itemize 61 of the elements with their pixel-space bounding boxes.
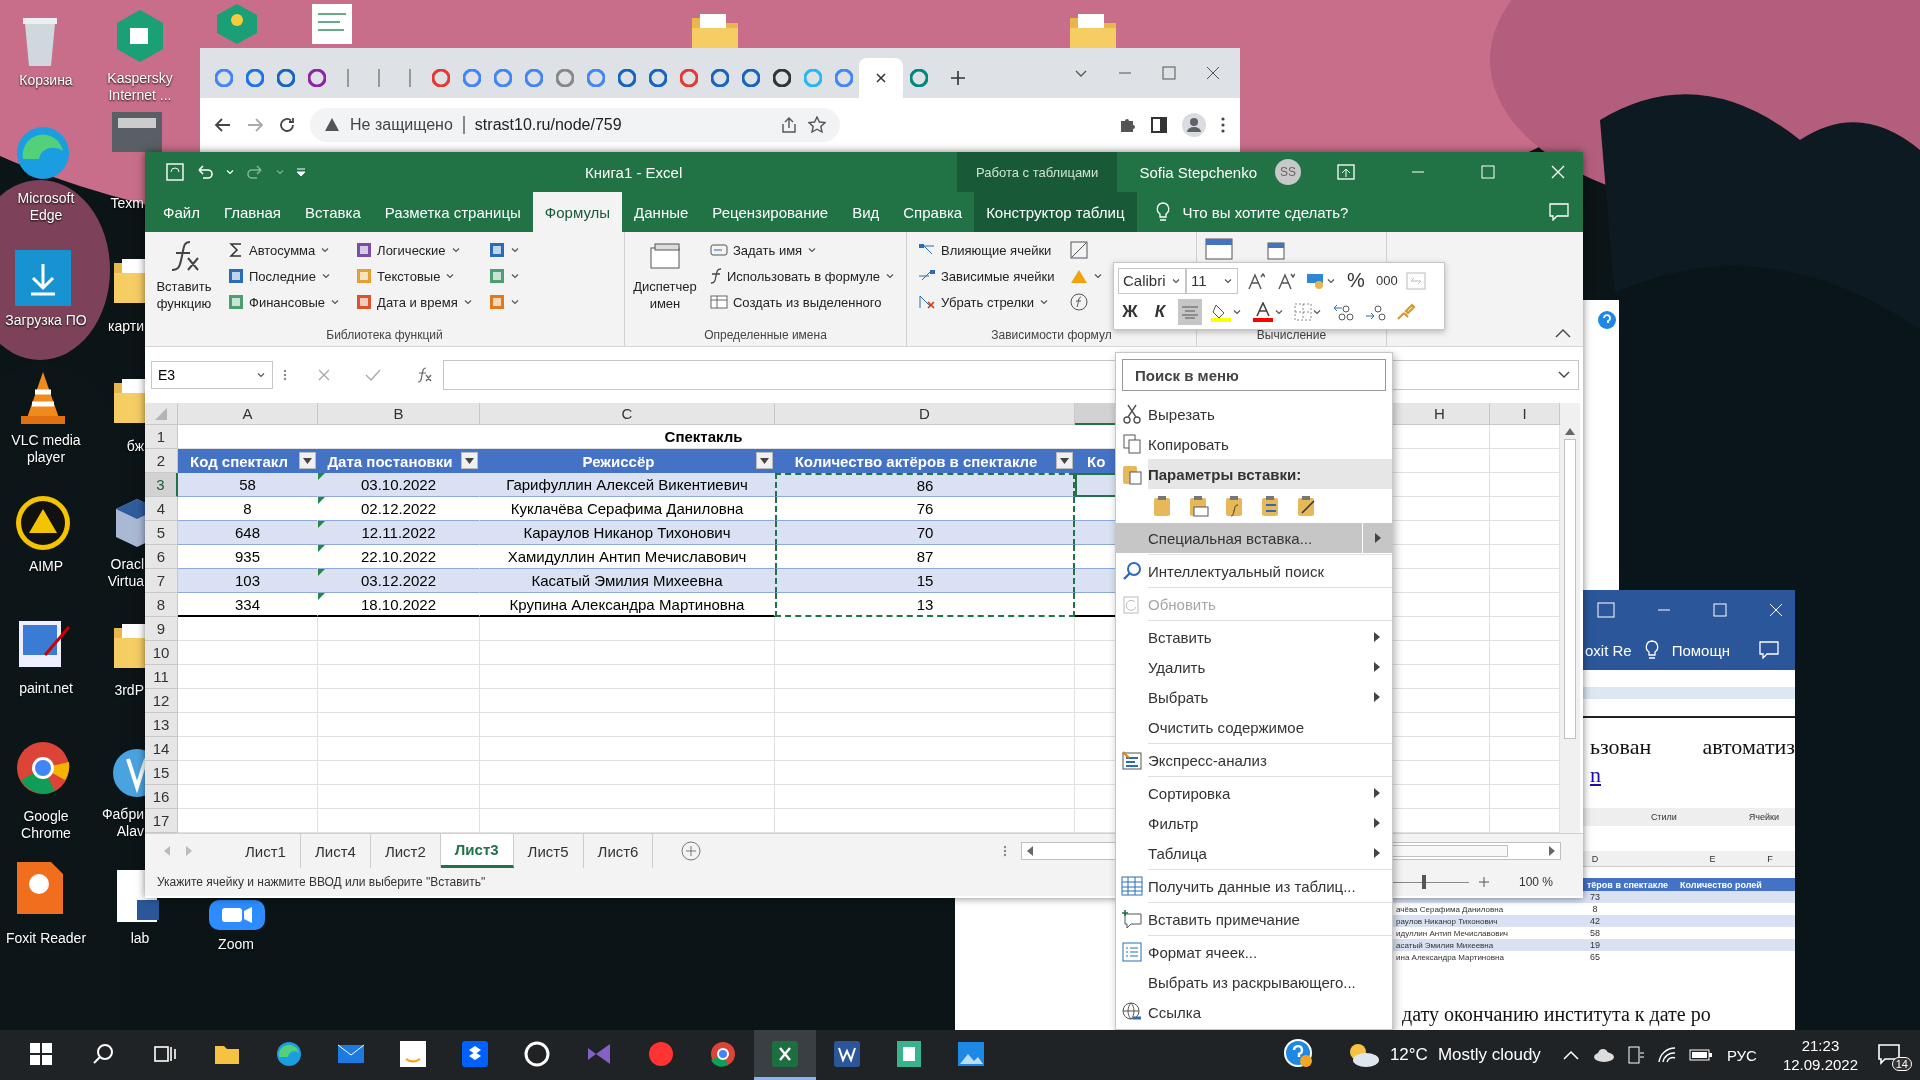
document-text: дату окончанию института к дате ро (1402, 1003, 1711, 1026)
table-cell-text: 19 (1589, 940, 1601, 950)
header-label: Дата постановки (327, 452, 453, 470)
header-label: Режиссёр (582, 452, 655, 470)
table-cell: 70 (775, 521, 1075, 545)
font-size: 11 (1191, 272, 1207, 289)
table-cell: 22.10.2022 (318, 545, 480, 569)
table-cell: 13 (775, 593, 1075, 617)
font-name: Calibri (1123, 272, 1166, 289)
table-cell: 648 (178, 521, 318, 545)
table-cell-text: 8 (1591, 904, 1599, 914)
table-cell: 15 (775, 569, 1075, 593)
status-text: Укажите ячейку и нажмите ВВОД или выберите "Вставить" (157, 875, 486, 889)
table-cell-text: ина Александра Мартиновна (1395, 952, 1505, 962)
menu-section-header: Параметры вставки: (1148, 459, 1392, 489)
security-label: Не защищено (350, 116, 453, 134)
table-cell: Гарифуллин Алексей Викентиевич (480, 473, 775, 497)
table-header-cell-text: тёров в спектакле (1585, 879, 1669, 890)
notification-count: 14 (1891, 1057, 1912, 1071)
table-cell-text: 73 (1589, 892, 1601, 902)
table-cell: 58 (178, 473, 318, 497)
table-cell: Касатый Эмилия Михеевна (480, 569, 775, 593)
cell-reference: E3 (158, 367, 176, 383)
header-label: Количество актёров в спектакле (794, 452, 1038, 470)
column-header: E (1708, 853, 1717, 864)
table-cell: 86 (775, 473, 1075, 497)
group-label: Стили (1650, 812, 1677, 822)
table-cell: Караулов Никанор Тихонович (480, 521, 775, 545)
table-cell: 03.10.2022 (318, 473, 480, 497)
weather-text: Mostly cloudy (1437, 1045, 1541, 1065)
header-label: Ко (1087, 452, 1106, 470)
table-cell-text: асатый Эмилия Михеевна (1395, 940, 1495, 950)
table-cell: 12.11.2022 (318, 521, 480, 545)
table-cell: 87 (775, 545, 1075, 569)
column-header: F (1766, 853, 1774, 864)
temperature: 12°C (1389, 1045, 1428, 1065)
table-cell-text: 58 (1589, 928, 1601, 938)
table-cell-text: 65 (1589, 952, 1601, 962)
table-header-cell-text: Количество ролей (1680, 879, 1763, 890)
table-cell-text: 42 (1589, 916, 1601, 926)
group-label: Вычисление (1255, 328, 1328, 344)
user-name: Sofia Stepchenko (1139, 163, 1257, 181)
header-label: Код спектакл (190, 452, 288, 470)
group-label: Библиотека функций (325, 328, 444, 344)
table-cell: 02.12.2022 (318, 497, 480, 521)
window-title: Книга1 - Excel (585, 163, 684, 181)
group-label: Ячейки (1748, 812, 1779, 822)
document-text: автоматиз (1702, 734, 1795, 760)
table-cell: 18.10.2022 (318, 593, 480, 617)
group-label: Определенные имена (703, 328, 828, 344)
table-cell-text: идуллин Антип Мечиславович (1395, 928, 1510, 938)
document-text: ьзован (1590, 734, 1652, 760)
table-cell: 103 (178, 569, 318, 593)
table-cell-text: ачёва Серафима Даниловна (1395, 904, 1505, 914)
table-cell: 03.12.2022 (318, 569, 480, 593)
table-cell-text: раулов Никанор Тихонович (1395, 916, 1499, 926)
column-header: D (1590, 853, 1600, 864)
context-label: Работа с таблицами (956, 152, 1118, 192)
url-text: strast10.ru/node/759 (474, 116, 622, 134)
table-cell: 76 (775, 497, 1075, 521)
group-label: Зависимости формул (990, 328, 1113, 344)
